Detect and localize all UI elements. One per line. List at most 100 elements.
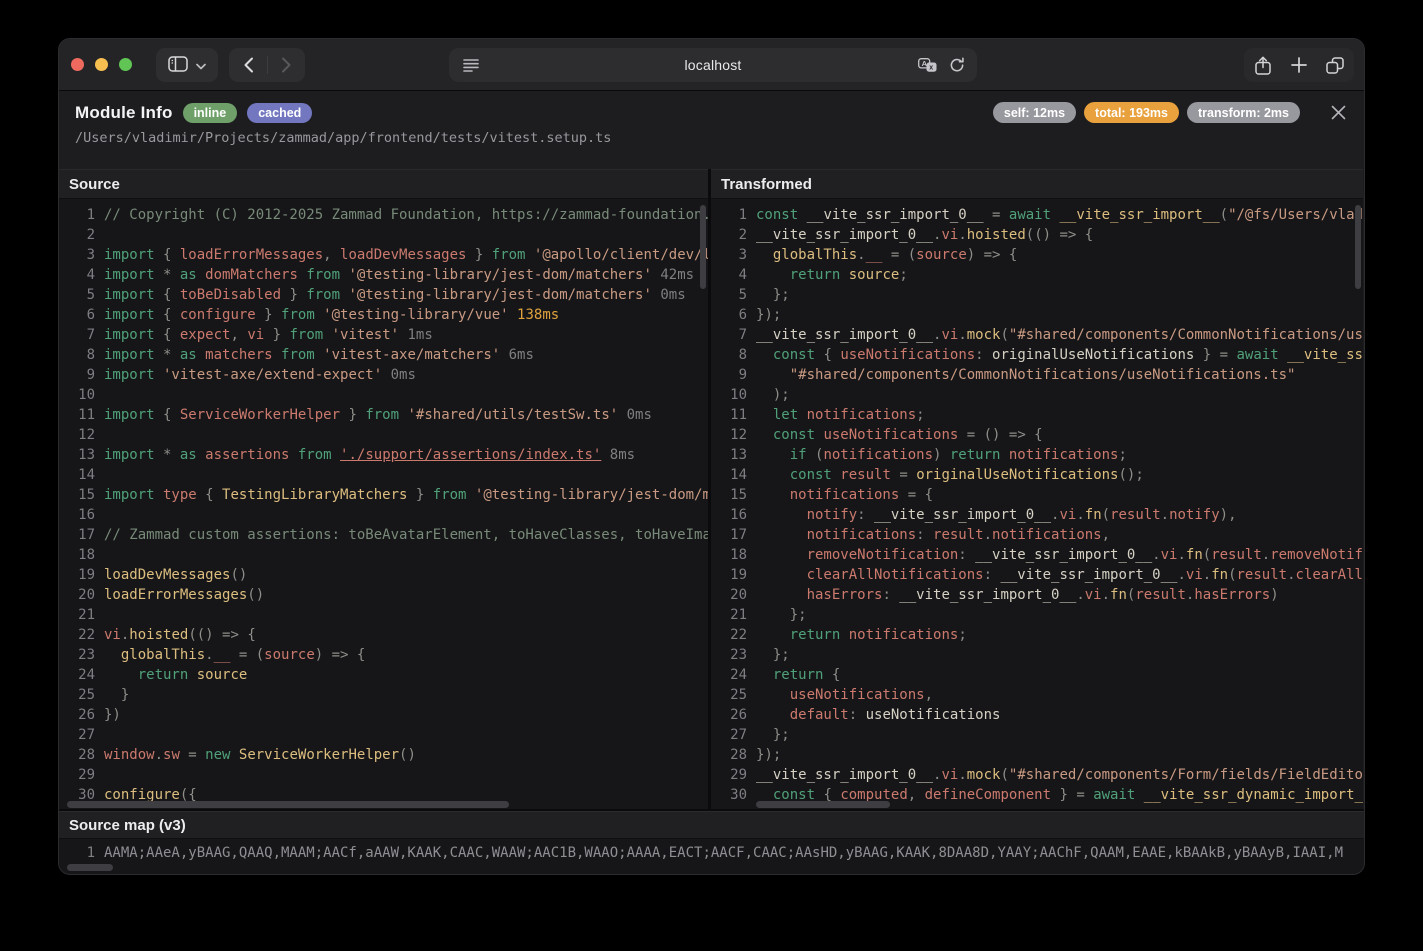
code-line: 11 import { ServiceWorkerHelper } from '#… [67, 405, 708, 425]
code-line: 3 globalThis.__ = (source) => { [719, 245, 1363, 265]
line-number: 5 [738, 287, 747, 303]
code-line: 7 __vite_ssr_import_0__.vi.mock("#shared/… [719, 325, 1363, 345]
line-number: 18 [730, 547, 747, 563]
code-line: 10 ); [719, 385, 1363, 405]
line-number: 21 [730, 607, 747, 623]
timing-badges: self: 12ms total: 193ms transform: 2ms [992, 102, 1300, 123]
code-line: 4 import * as domMatchers from '@testing-… [67, 265, 708, 285]
transformed-panel-title: Transformed [711, 169, 1363, 199]
source-vertical-scrollbar[interactable] [700, 205, 706, 289]
share-button[interactable] [1245, 48, 1281, 82]
forward-button[interactable] [268, 48, 305, 82]
line-number: 2 [738, 227, 747, 243]
transformed-vertical-scrollbar[interactable] [1355, 205, 1361, 289]
code-line: 6}); [719, 305, 1363, 325]
inline-badge: inline [182, 102, 238, 123]
line-number: 8 [86, 347, 95, 363]
code-line: 12 [67, 425, 708, 445]
line-number: 6 [86, 307, 95, 323]
minimize-window-button[interactable] [95, 58, 108, 71]
file-link[interactable]: './support/assertions/index.ts' [340, 447, 601, 463]
source-map-horizontal-scrollbar[interactable] [67, 864, 113, 871]
line-number: 15 [78, 487, 95, 503]
navigation-buttons [229, 48, 305, 82]
code-panels: Source 1// Copyright (C) 2012-2025 Zamma… [59, 169, 1364, 811]
code-line: 17// Zammad custom assertions: toBeAvata… [67, 525, 708, 545]
close-window-button[interactable] [71, 58, 84, 71]
code-line: 17 notifications: result.notifications, [719, 525, 1363, 545]
tab-overview-button[interactable] [1317, 48, 1353, 82]
reader-icon[interactable] [463, 58, 479, 77]
code-line: 27 }; [719, 725, 1363, 745]
line-number: 25 [730, 687, 747, 703]
line-number: 11 [78, 407, 95, 423]
line-number: 10 [78, 387, 95, 403]
line-number: 3 [738, 247, 747, 263]
line-number: 23 [78, 647, 95, 663]
close-icon[interactable] [1328, 103, 1348, 123]
source-panel: Source 1// Copyright (C) 2012-2025 Zamma… [59, 169, 711, 811]
line-number: 27 [730, 727, 747, 743]
line-number: 8 [738, 347, 747, 363]
reload-icon[interactable] [949, 57, 965, 78]
code-line: 14 const result = originalUseNotificatio… [719, 465, 1363, 485]
line-number: 14 [78, 467, 95, 483]
zoom-window-button[interactable] [119, 58, 132, 71]
line-number: 19 [78, 567, 95, 583]
chevron-down-icon [196, 58, 206, 73]
code-line: 20 hasErrors: __vite_ssr_import_0__.vi.f… [719, 585, 1363, 605]
code-line: 23 globalThis.__ = (source) => { [67, 645, 708, 665]
transformed-horizontal-scrollbar[interactable] [756, 801, 890, 808]
source-panel-title: Source [59, 169, 708, 199]
line-number: 21 [78, 607, 95, 623]
line-number: 7 [738, 327, 747, 343]
code-line: 6 import { configure } from '@testing-lib… [67, 305, 708, 325]
code-line: 1 AAMA;AAeA,yBAAG,QAAQ,MAAM;AACf,aAAW,KAA… [67, 843, 1364, 863]
code-line: 10 [67, 385, 708, 405]
line-number: 18 [78, 547, 95, 563]
new-tab-button[interactable] [1281, 48, 1317, 82]
line-number: 9 [738, 367, 747, 383]
source-horizontal-scrollbar[interactable] [67, 801, 509, 808]
source-code-view[interactable]: 1// Copyright (C) 2012-2025 Zammad Found… [59, 199, 708, 811]
line-number: 13 [730, 447, 747, 463]
translate-icon[interactable]: Ax [918, 57, 937, 78]
code-line: 27 [67, 725, 708, 745]
svg-text:x: x [929, 64, 933, 71]
code-line: 12 const useNotifications = () => { [719, 425, 1363, 445]
line-number: 1 [738, 207, 747, 223]
sidebar-toggle-button[interactable] [156, 48, 218, 82]
code-line: 21 }; [719, 605, 1363, 625]
code-line: 24 return { [719, 665, 1363, 685]
source-map-view[interactable]: 1 AAMA;AAeA,yBAAG,QAAQ,MAAM;AACf,aAAW,KAA… [59, 839, 1364, 874]
line-number: 20 [78, 587, 95, 603]
line-number: 22 [78, 627, 95, 643]
line-number: 13 [78, 447, 95, 463]
code-line: 8 import * as matchers from 'vitest-axe/m… [67, 345, 708, 365]
code-line: 4 return source; [719, 265, 1363, 285]
code-line: 26}) [67, 705, 708, 725]
line-number: 23 [730, 647, 747, 663]
code-line: 15 import type { TestingLibraryMatchers }… [67, 485, 708, 505]
code-line: 28}); [719, 745, 1363, 765]
line-number: 16 [730, 507, 747, 523]
back-button[interactable] [230, 48, 267, 82]
code-line: 19 loadDevMessages() [67, 565, 708, 585]
line-number: 2 [86, 227, 95, 243]
line-number: 15 [730, 487, 747, 503]
sidebar-icon [168, 55, 188, 75]
browser-toolbar: localhost Ax [59, 39, 1364, 91]
code-line: 14 [67, 465, 708, 485]
code-line: 13 import * as assertions from './support… [67, 445, 708, 465]
transformed-code-view[interactable]: 1 const __vite_ssr_import_0__ = await __v… [711, 199, 1363, 811]
line-number: 28 [730, 747, 747, 763]
code-line: 9 "#shared/components/CommonNotification… [719, 365, 1363, 385]
code-line: 1 const __vite_ssr_import_0__ = await __v… [719, 205, 1363, 225]
line-number: 22 [730, 627, 747, 643]
address-bar[interactable]: localhost Ax [449, 48, 977, 82]
browser-window: localhost Ax Module Info inline cached s… [58, 38, 1365, 875]
code-line: 22 vi.hoisted(() => { [67, 625, 708, 645]
code-line: 15 notifications = { [719, 485, 1363, 505]
line-number: 17 [730, 527, 747, 543]
line-number: 26 [730, 707, 747, 723]
